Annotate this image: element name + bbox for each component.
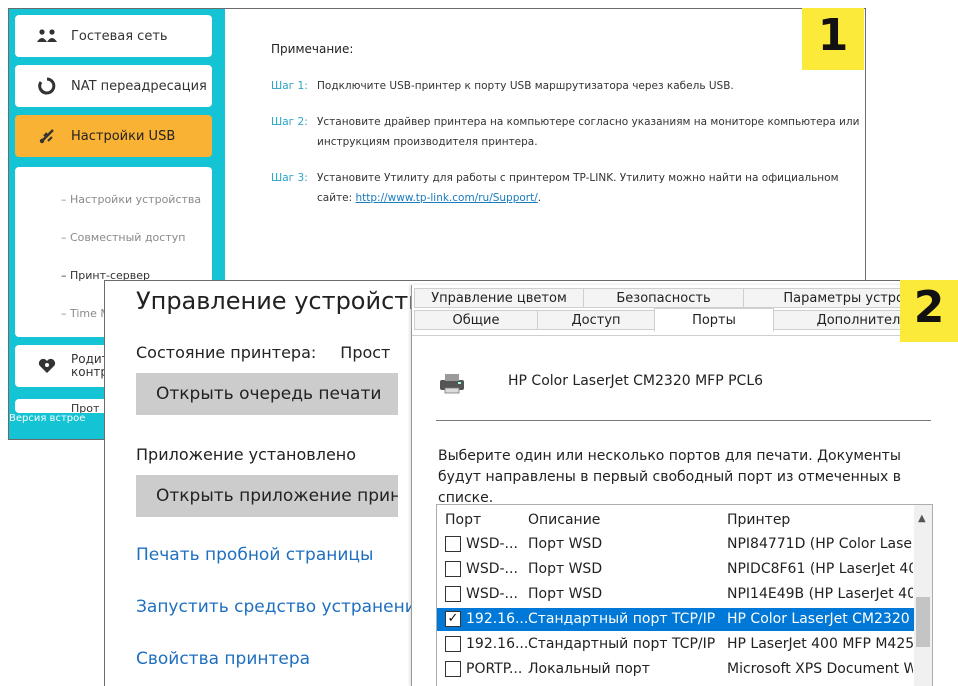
menu-item-label: Гостевая сеть <box>71 28 168 44</box>
column-header-printer[interactable]: Принтер <box>727 512 790 528</box>
menu-item-label: Настройки USB <box>71 128 176 144</box>
cell-printer: NPIDC8F61 (HP LaserJet 40 <box>727 561 913 577</box>
port-checkbox[interactable] <box>445 536 461 552</box>
printer-name: HP Color LaserJet CM2320 MFP PCL6 <box>508 373 764 389</box>
table-row[interactable]: WSD-... Порт WSD NPI84771D (HP Color Lase <box>437 533 915 556</box>
cell-printer: NPI84771D (HP Color Lase <box>727 536 912 552</box>
menu-item-nat-forwarding[interactable]: NAT переадресация <box>15 65 212 107</box>
ports-table-scrollbar[interactable]: ▲ <box>914 505 932 686</box>
chevron-up-icon[interactable]: ▲ <box>918 513 926 524</box>
page-title: Управление устройство <box>136 287 438 315</box>
screenshot-collage: Гостевая сеть NAT переадресация Настройк… <box>0 0 958 686</box>
ports-hint-text: Выберите один или несколько портов для п… <box>438 448 901 506</box>
cell-port: WSD-... <box>466 561 518 577</box>
table-row[interactable]: WSD-... Порт WSD NPI14E49B (HP LaserJet 40 <box>437 583 915 606</box>
open-printer-app-button[interactable]: Открыть приложение принт <box>136 475 398 517</box>
firmware-version: Версия встрое <box>9 413 86 424</box>
menu-item-guest-network[interactable]: Гостевая сеть <box>15 15 212 57</box>
device-management-pane: Управление устройство Состояние принтера… <box>105 281 437 686</box>
column-header-description[interactable]: Описание <box>528 512 600 528</box>
port-checkbox[interactable] <box>445 636 461 652</box>
printer-status-value: Прост <box>340 343 391 362</box>
cell-desc: Порт WSD <box>528 586 603 602</box>
port-checkbox[interactable] <box>445 586 461 602</box>
windows-printer-panel: Управление устройство Состояние принтера… <box>104 280 958 686</box>
port-checkbox[interactable]: ✓ <box>445 611 461 627</box>
guest-network-icon <box>37 26 57 46</box>
menu-item-label: Прот <box>71 402 100 413</box>
step-1: Шаг 1: Подключите USB-принтер к порту US… <box>271 76 865 96</box>
table-row[interactable]: 192.16... Стандартный порт TCP/IP HP Laser… <box>437 633 915 656</box>
ports-tab-content: HP Color LaserJet CM2320 MFP PCL6 Выбери… <box>412 335 958 686</box>
step-3: Шаг 3: Установите Утилиту для работы с п… <box>271 168 865 208</box>
ports-table-header: Порт Описание Принтер <box>437 505 932 533</box>
badge-two: 2 <box>900 280 958 342</box>
cell-desc: Порт WSD <box>528 536 603 552</box>
step-label: Шаг 3: <box>271 172 308 184</box>
printer-properties-dialog: Управление цветом Безопасность Параметры… <box>411 285 958 686</box>
cell-port: 192.16... <box>466 611 528 627</box>
protocol-icon <box>37 399 57 413</box>
port-checkbox[interactable] <box>445 561 461 577</box>
table-row[interactable]: PORTP... Локальный порт Microsoft XPS Docu… <box>437 658 915 681</box>
step-label: Шаг 2: <box>271 116 308 128</box>
tab-general[interactable]: Общие <box>414 310 538 330</box>
cell-desc: Стандартный порт TCP/IP <box>528 611 716 627</box>
submenu-label: Совместный доступ <box>70 231 186 244</box>
cell-desc: Порт WSD <box>528 561 603 577</box>
cell-printer: Microsoft XPS Document W <box>727 661 913 677</box>
note-title: Примечание: <box>271 42 354 56</box>
nat-forwarding-icon <box>37 76 57 96</box>
cell-printer: HP LaserJet 400 MFP M425 <box>727 636 913 652</box>
cell-port: PORTP... <box>466 661 523 677</box>
usb-icon <box>37 126 57 146</box>
tp-link-support-link[interactable]: http://www.tp-link.com/ru/Support/ <box>355 192 537 204</box>
submenu-item-time-machine[interactable]: – Time M <box>61 307 110 320</box>
printer-status-label: Состояние принтера: <box>136 343 317 362</box>
printer-status: Состояние принтера: Прост <box>136 343 390 362</box>
step-2: Шаг 2: Установите драйвер принтера на ко… <box>271 112 865 152</box>
step-label: Шаг 1: <box>271 80 308 92</box>
menu-item-label: NAT переадресация <box>71 78 207 94</box>
submenu-label: Настройки устройства <box>70 193 202 206</box>
cell-desc: Локальный порт <box>528 661 650 677</box>
tab-security[interactable]: Безопасность <box>583 288 744 308</box>
tab-ports[interactable]: Порты <box>654 308 774 332</box>
tab-color-management[interactable]: Управление цветом <box>414 288 584 308</box>
badge-one: 1 <box>802 8 864 70</box>
printer-properties-link[interactable]: Свойства принтера <box>136 649 310 669</box>
run-troubleshooter-link[interactable]: Запустить средство устранения <box>136 597 426 617</box>
port-checkbox[interactable] <box>445 661 461 677</box>
cell-printer: HP Color LaserJet CM2320 <box>727 611 910 627</box>
print-test-page-link[interactable]: Печать пробной страницы <box>136 545 373 565</box>
step-text: Установите Утилиту для работы с принтеро… <box>317 168 865 208</box>
tab-sharing[interactable]: Доступ <box>537 310 655 330</box>
table-row[interactable]: WSD-... Порт WSD NPIDC8F61 (HP LaserJet 40 <box>437 558 915 581</box>
step-text-after: . <box>537 192 542 204</box>
scrollbar-thumb[interactable] <box>916 597 930 647</box>
menu-item-label: Родит контр <box>71 352 109 379</box>
column-header-port[interactable]: Порт <box>445 512 481 528</box>
table-row[interactable]: ✓ 192.16... Стандартный порт TCP/IP HP Colo… <box>437 608 915 631</box>
cell-port: WSD-... <box>466 536 518 552</box>
open-print-queue-button[interactable]: Открыть очередь печати <box>136 373 398 415</box>
cell-printer: NPI14E49B (HP LaserJet 40 <box>727 586 913 602</box>
cell-port: 192.16... <box>466 636 528 652</box>
step-text: Установите драйвер принтера на компьютер… <box>317 116 860 148</box>
app-installed-label: Приложение установлено <box>136 445 357 464</box>
submenu-item-sharing[interactable]: – Совместный доступ <box>61 231 185 244</box>
cell-port: WSD-... <box>466 586 518 602</box>
divider <box>436 420 931 421</box>
step-text: Подключите USB-принтер к порту USB маршр… <box>317 80 734 92</box>
ports-table: Порт Описание Принтер WSD-... Порт WSD NPI… <box>436 504 933 686</box>
cell-desc: Стандартный порт TCP/IP <box>528 636 716 652</box>
menu-item-usb-settings[interactable]: Настройки USB <box>15 115 212 157</box>
submenu-item-device-settings[interactable]: – Настройки устройства <box>61 193 201 206</box>
parental-control-icon <box>37 356 57 376</box>
printer-icon <box>438 372 466 394</box>
